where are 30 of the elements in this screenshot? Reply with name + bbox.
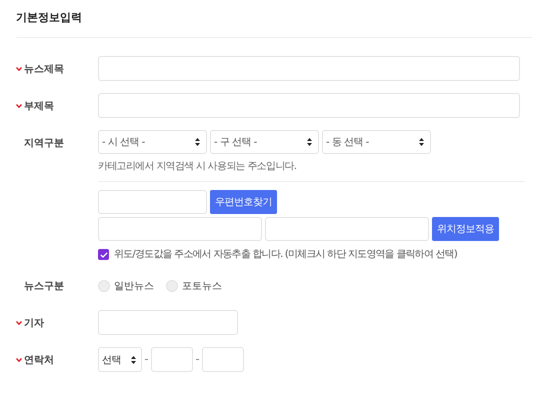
postcode-search-button[interactable]: 우편번호찾기: [210, 190, 277, 214]
text-field[interactable]: [98, 93, 520, 118]
text-field[interactable]: [98, 310, 238, 335]
address-field[interactable]: [98, 217, 262, 241]
field-label: 뉴스제목: [24, 62, 64, 76]
sort-arrows-icon: [419, 138, 424, 146]
apply-location-button[interactable]: 위치정보적용: [432, 217, 499, 241]
checkbox-label: 위도/경도값을 주소에서 자동추출 합니다. (미체크시 하단 지도영역을 클릭하여 선택): [114, 248, 458, 261]
address-detail-field[interactable]: [265, 217, 429, 241]
radio-option[interactable]: 일반뉴스: [98, 278, 154, 292]
help-text: 카테고리에서 지역검색 시 사용되는 주소입니다.: [98, 160, 298, 173]
checkbox[interactable]: [98, 249, 109, 260]
section-title: 기본정보입력: [16, 11, 83, 25]
field-label: 연락처: [24, 354, 54, 366]
phone-field[interactable]: [151, 347, 193, 372]
radio-option[interactable]: 포토뉴스: [166, 278, 222, 292]
field-label: 부제목: [24, 100, 54, 112]
sort-arrows-icon: [131, 356, 136, 364]
sort-arrows-icon: [307, 138, 312, 146]
dropdown[interactable]: - 동 선택 -: [322, 130, 431, 154]
dropdown[interactable]: - 시 선택 -: [98, 130, 207, 154]
text-field[interactable]: [98, 56, 520, 81]
field-label: 뉴스구분: [24, 280, 64, 292]
field-label: 기자: [24, 316, 44, 330]
sort-arrows-icon: [195, 138, 200, 146]
dropdown[interactable]: 선택: [98, 347, 142, 372]
phone-field[interactable]: [202, 347, 244, 372]
postcode-field[interactable]: [98, 190, 207, 214]
field-label: 지역구분: [24, 136, 64, 150]
dropdown[interactable]: - 구 선택 -: [210, 130, 319, 154]
